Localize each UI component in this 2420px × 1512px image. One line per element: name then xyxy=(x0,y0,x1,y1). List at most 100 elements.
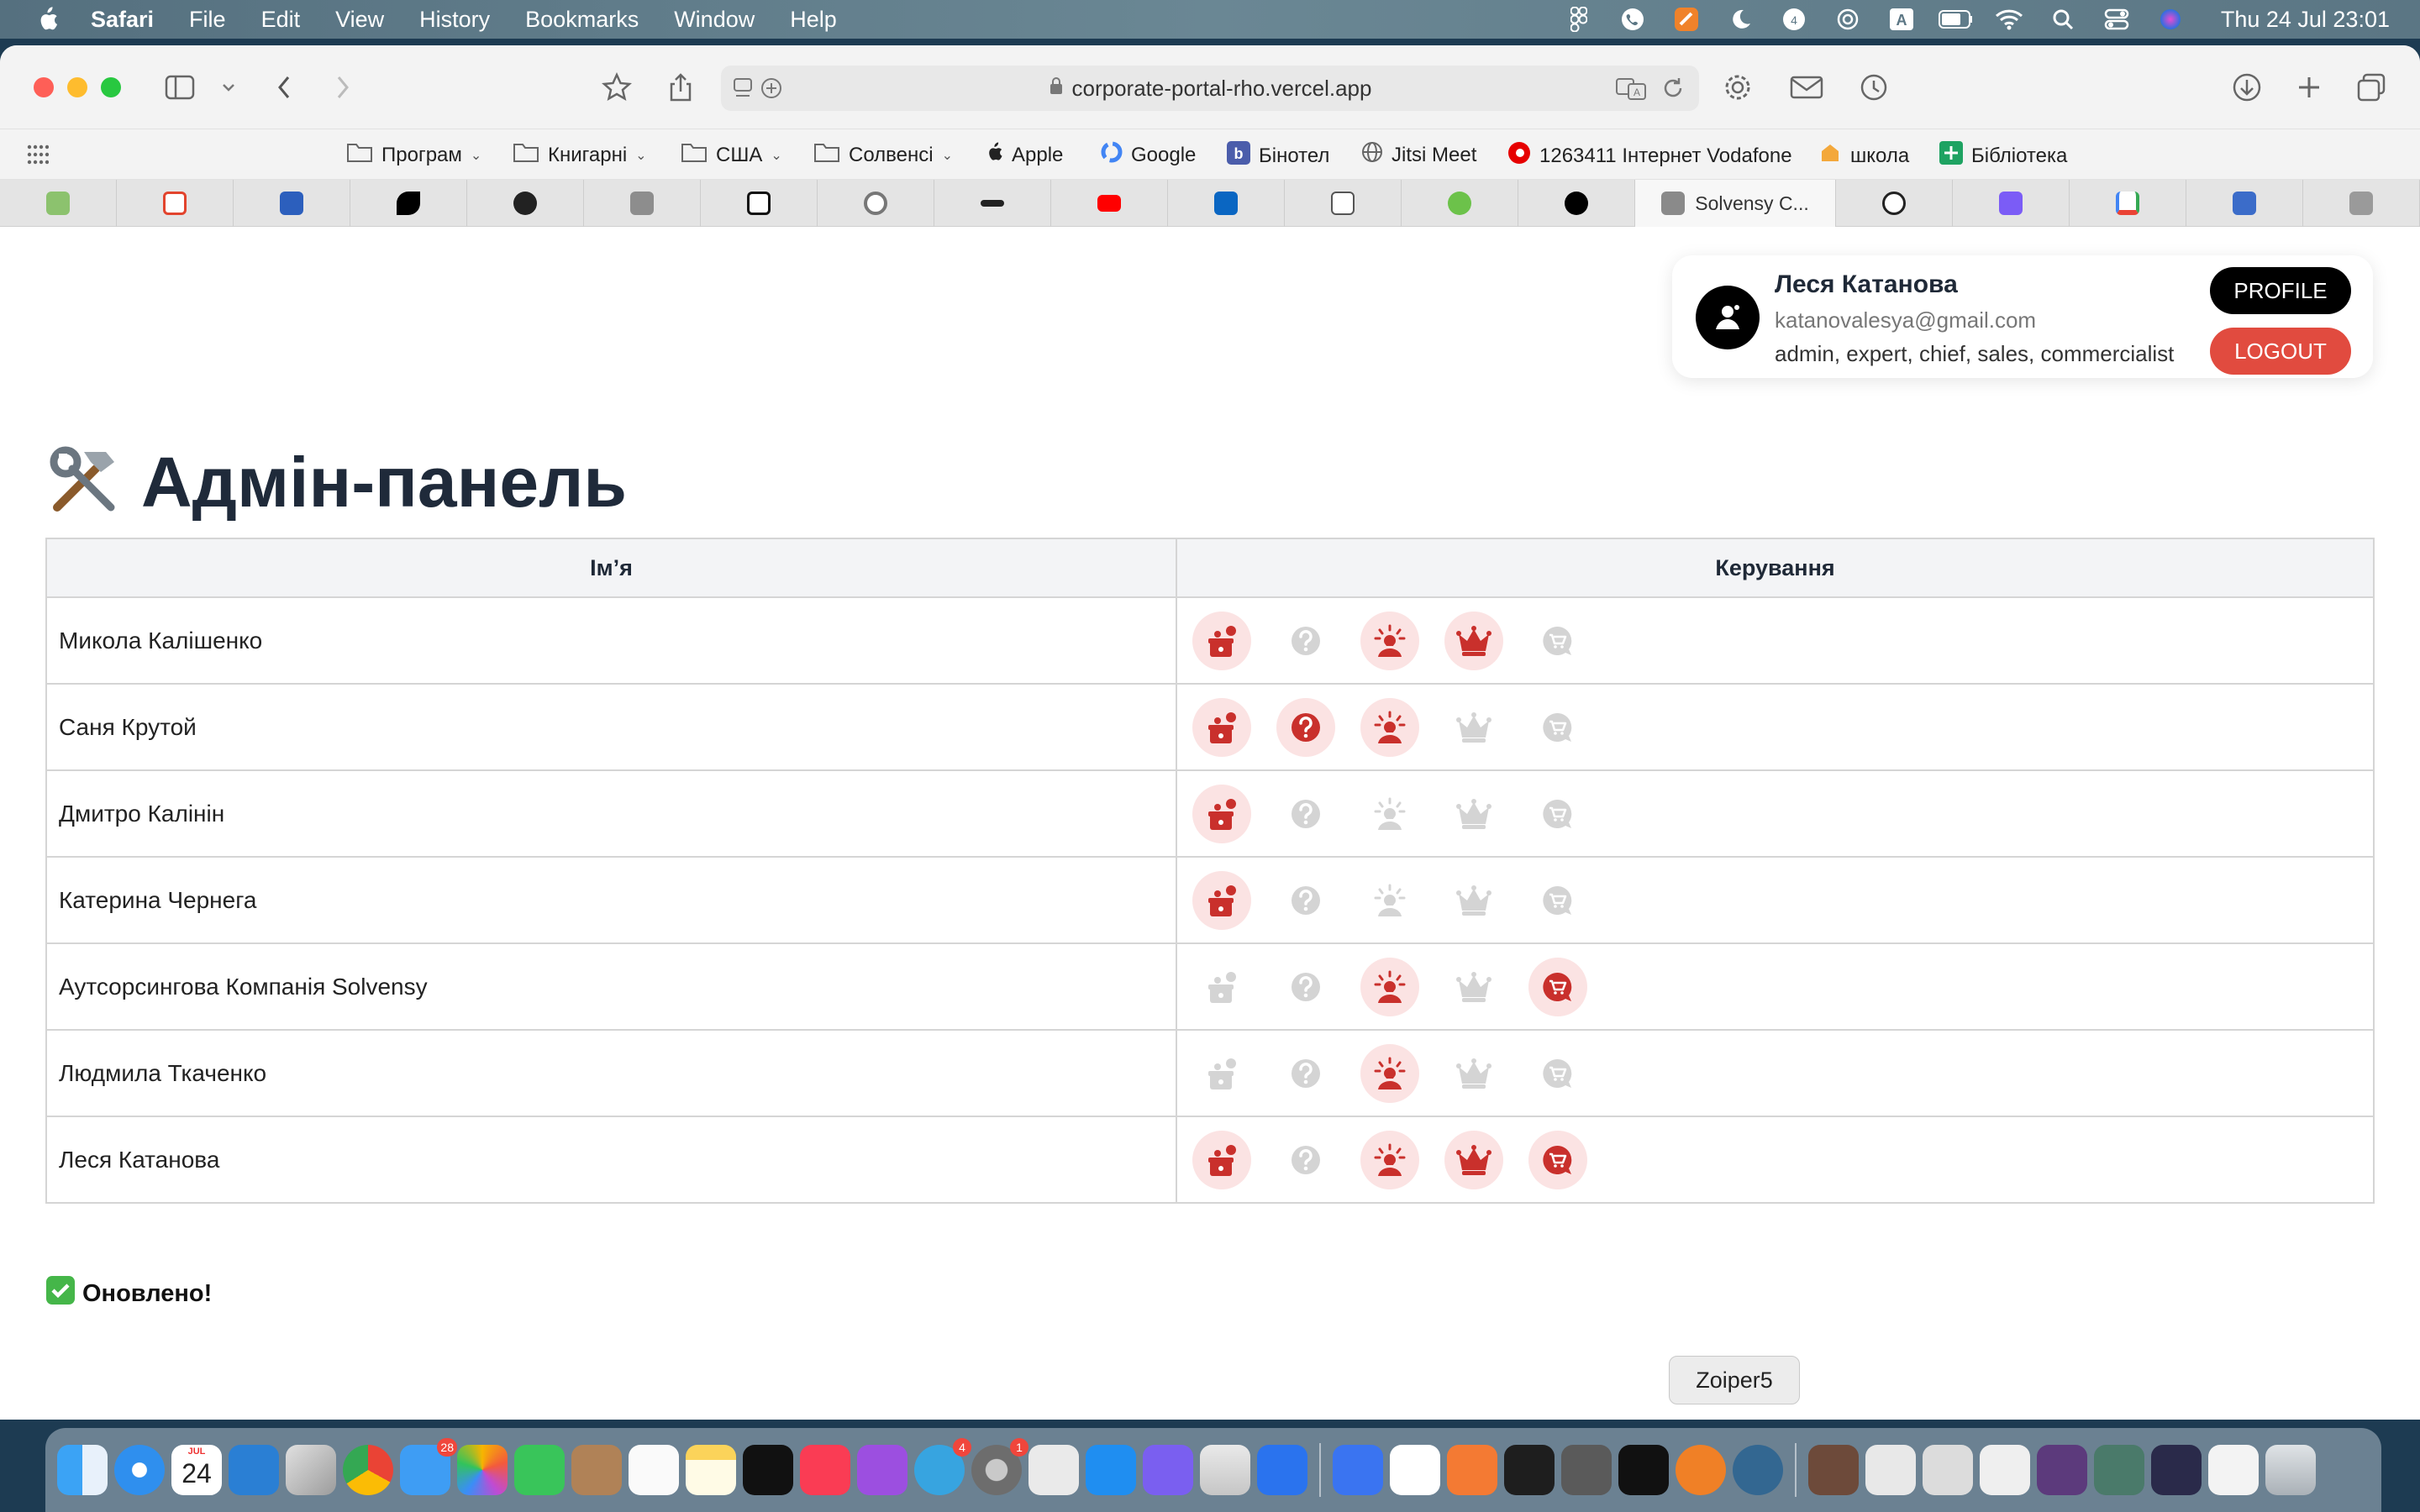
zoiper-icon[interactable] xyxy=(1676,1445,1726,1495)
reminders-icon[interactable] xyxy=(629,1445,679,1495)
photos-icon[interactable] xyxy=(457,1445,508,1495)
pen-app-icon[interactable] xyxy=(1447,1445,1497,1495)
menubar-clock[interactable]: Thu 24 Jul 23:01 xyxy=(2221,7,2390,33)
role-toggle-expert[interactable] xyxy=(1276,1131,1335,1189)
tab-pattern[interactable] xyxy=(2186,180,2303,227)
tab-api[interactable] xyxy=(1402,180,1518,227)
role-toggle-admin[interactable] xyxy=(1192,784,1251,843)
menu-edit[interactable]: Edit xyxy=(261,7,301,33)
favorite-binotel[interactable]: b Бінотел xyxy=(1227,141,1329,171)
figma-tray-icon[interactable] xyxy=(1562,6,1596,33)
bookmark-star-icon[interactable] xyxy=(600,71,634,104)
tab-overview-icon[interactable] xyxy=(733,76,783,107)
role-toggle-admin[interactable] xyxy=(1192,611,1251,670)
airdrop-icon[interactable] xyxy=(1831,6,1865,33)
podcasts-icon[interactable] xyxy=(857,1445,908,1495)
extensions-gear-icon[interactable] xyxy=(1721,71,1754,104)
minimize-window-button[interactable] xyxy=(67,77,87,97)
music-icon[interactable] xyxy=(800,1445,850,1495)
role-toggle-chief[interactable] xyxy=(1360,871,1419,930)
tab-notion[interactable] xyxy=(701,180,818,227)
tab-g[interactable] xyxy=(584,180,701,227)
preview-icon[interactable] xyxy=(1028,1445,1079,1495)
url-text[interactable]: corporate-portal-rho.vercel.app xyxy=(1072,76,1372,102)
tab-flow[interactable] xyxy=(350,180,467,227)
role-toggle-commercialist[interactable] xyxy=(1528,871,1587,930)
keyboard-input-icon[interactable]: A xyxy=(1885,6,1918,33)
role-toggle-sales[interactable] xyxy=(1444,958,1503,1016)
testflight-icon[interactable] xyxy=(1257,1445,1307,1495)
profile-button[interactable]: PROFILE xyxy=(2210,267,2351,314)
grid-apps-icon[interactable] xyxy=(27,144,50,171)
role-toggle-sales[interactable] xyxy=(1444,698,1503,757)
role-toggle-commercialist[interactable] xyxy=(1528,698,1587,757)
favorite-library[interactable]: Бібліотека xyxy=(1939,141,2067,171)
menu-file[interactable]: File xyxy=(189,7,226,33)
menu-app-name[interactable]: Safari xyxy=(91,7,154,33)
translate-icon[interactable]: A xyxy=(1615,76,1649,107)
wifi-icon[interactable] xyxy=(1992,6,2026,33)
facetime-icon[interactable] xyxy=(514,1445,565,1495)
zoiper-tray-icon[interactable] xyxy=(1670,6,1703,33)
tab-youtube[interactable] xyxy=(1051,180,1168,227)
role-toggle-commercialist[interactable] xyxy=(1528,1130,1587,1189)
role-toggle-sales[interactable] xyxy=(1444,1044,1503,1103)
role-toggle-commercialist[interactable] xyxy=(1528,612,1587,670)
app-store-icon[interactable] xyxy=(1086,1445,1136,1495)
favorite-folder-usa[interactable]: США ⌄ xyxy=(681,141,782,169)
chevron-down-icon[interactable] xyxy=(212,71,245,104)
launchpad-icon[interactable] xyxy=(286,1445,336,1495)
tab-overview-squares-icon[interactable] xyxy=(2354,71,2388,104)
new-tab-plus-icon[interactable] xyxy=(2292,71,2326,104)
close-window-button[interactable] xyxy=(34,77,54,97)
role-toggle-expert[interactable] xyxy=(1276,697,1335,757)
recent-document-thumbnail[interactable] xyxy=(1923,1445,1973,1495)
role-toggle-commercialist[interactable] xyxy=(1528,785,1587,843)
role-toggle-sales[interactable] xyxy=(1444,611,1503,670)
mail-app-icon[interactable]: 28 xyxy=(400,1438,457,1495)
role-toggle-expert[interactable] xyxy=(1276,958,1335,1016)
mail-icon[interactable] xyxy=(1790,71,1823,104)
role-toggle-chief[interactable] xyxy=(1360,1130,1419,1189)
contacts-icon[interactable] xyxy=(571,1445,622,1495)
terminal-icon[interactable] xyxy=(1618,1445,1669,1495)
role-toggle-expert[interactable] xyxy=(1276,871,1335,930)
tab-stripe[interactable] xyxy=(934,180,1051,227)
recent-document-thumbnail[interactable] xyxy=(2151,1445,2202,1495)
signal-icon[interactable] xyxy=(1333,1445,1383,1495)
favorite-folder-bookstores[interactable]: Книгарні ⌄ xyxy=(513,141,647,169)
viber-tray-icon[interactable] xyxy=(1616,6,1649,33)
viber-icon[interactable] xyxy=(1143,1445,1193,1495)
favorite-apple[interactable]: Apple xyxy=(985,141,1063,169)
notes-icon[interactable] xyxy=(686,1445,736,1495)
share-icon[interactable] xyxy=(664,71,697,104)
role-toggle-chief[interactable] xyxy=(1360,957,1419,1016)
tab-analytics[interactable] xyxy=(234,180,350,227)
role-toggle-commercialist[interactable] xyxy=(1528,1044,1587,1103)
menu-bookmarks[interactable]: Bookmarks xyxy=(525,7,639,33)
reload-icon[interactable] xyxy=(1660,76,1686,107)
menu-history[interactable]: History xyxy=(419,7,490,33)
favorite-school[interactable]: школа xyxy=(1818,141,1909,171)
slack-icon[interactable] xyxy=(1390,1445,1440,1495)
safari-icon[interactable] xyxy=(114,1445,165,1495)
apple-menu-icon[interactable] xyxy=(30,3,64,36)
role-toggle-admin[interactable] xyxy=(1192,870,1251,930)
notifications-icon[interactable]: 4 xyxy=(1777,6,1811,33)
trash-icon[interactable] xyxy=(2265,1445,2316,1495)
role-toggle-admin[interactable] xyxy=(1192,1044,1251,1103)
finder-icon[interactable] xyxy=(57,1445,108,1495)
forward-arrow-icon[interactable] xyxy=(326,71,360,104)
tab-github[interactable] xyxy=(467,180,584,227)
favorite-folder-programs[interactable]: Програм ⌄ xyxy=(346,141,481,169)
control-center-icon[interactable] xyxy=(2100,6,2133,33)
figma-icon[interactable] xyxy=(1504,1445,1555,1495)
tab-grid[interactable] xyxy=(1285,180,1402,227)
tab-solvensy-active[interactable]: Solvensy C... xyxy=(1635,180,1836,227)
apple-tv-icon[interactable] xyxy=(743,1445,793,1495)
tab-video[interactable] xyxy=(1953,180,2070,227)
address-bar[interactable]: corporate-portal-rho.vercel.app A xyxy=(721,66,1699,111)
siri-icon[interactable] xyxy=(2154,6,2187,33)
tab-gmail[interactable] xyxy=(2070,180,2186,227)
recent-document-thumbnail[interactable] xyxy=(2208,1445,2259,1495)
